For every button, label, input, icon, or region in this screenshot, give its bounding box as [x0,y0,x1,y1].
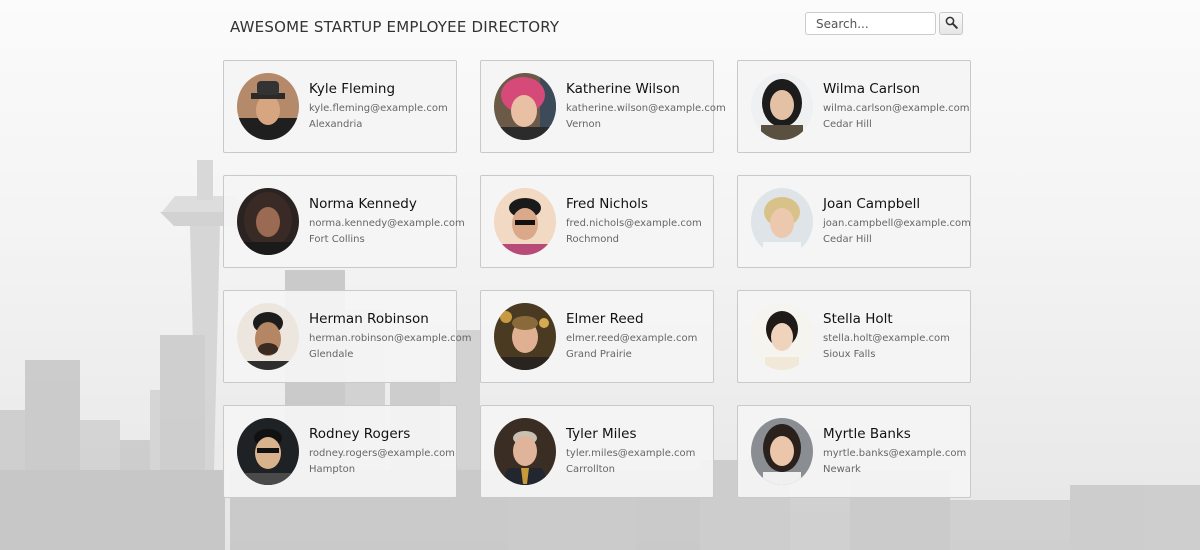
employee-email: wilma.carlson@example.com [823,103,970,114]
employee-city: Sioux Falls [823,349,876,360]
employee-name: Katherine Wilson [566,81,680,97]
employee-card[interactable]: Stella Holt stella.holt@example.com Siou… [737,290,971,383]
employee-card[interactable]: Elmer Reed elmer.reed@example.com Grand … [480,290,714,383]
employee-name: Kyle Fleming [309,81,396,97]
search-button[interactable] [939,12,963,35]
avatar [751,303,813,370]
employee-city: Glendale [309,349,354,360]
employee-name: Joan Campbell [823,196,921,212]
employee-name: Rodney Rogers [309,426,411,442]
employee-email: norma.kennedy@example.com [309,218,465,229]
employee-email: fred.nichols@example.com [566,218,702,229]
employee-city: Carrollton [566,464,615,475]
avatar [494,303,556,370]
employee-card[interactable]: Fred Nichols fred.nichols@example.com Ro… [480,175,714,268]
employee-card[interactable]: Kyle Fleming kyle.fleming@example.com Al… [223,60,457,153]
employee-city: Cedar Hill [823,119,872,130]
employee-card[interactable]: Katherine Wilson katherine.wilson@exampl… [480,60,726,153]
employee-card[interactable]: Joan Campbell joan.campbell@example.com … [737,175,971,268]
employee-city: Cedar Hill [823,234,872,245]
avatar [751,418,813,485]
employee-city: Alexandria [309,119,363,130]
avatar [751,73,813,140]
employee-city: Grand Prairie [566,349,632,360]
employee-email: kyle.fleming@example.com [309,103,448,114]
avatar [751,188,813,255]
employee-city: Fort Collins [309,234,365,245]
employee-email: katherine.wilson@example.com [566,103,726,114]
employee-card[interactable]: Herman Robinson herman.robinson@example.… [223,290,472,383]
page-title: AWESOME STARTUP EMPLOYEE DIRECTORY [230,18,560,36]
employee-grid: Kyle Fleming kyle.fleming@example.com Al… [223,60,973,498]
employee-name: Norma Kennedy [309,196,417,212]
employee-city: Hampton [309,464,356,475]
employee-city: Vernon [566,119,601,130]
employee-city: Rochmond [566,234,619,245]
employee-email: rodney.rogers@example.com [309,448,455,459]
employee-card[interactable]: Tyler Miles tyler.miles@example.com Carr… [480,405,714,498]
avatar [237,418,299,485]
employee-name: Myrtle Banks [823,426,911,442]
employee-city: Newark [823,464,861,475]
employee-name: Elmer Reed [566,311,644,327]
employee-name: Stella Holt [823,311,893,327]
employee-email: myrtle.banks@example.com [823,448,967,459]
avatar [494,73,556,140]
employee-email: tyler.miles@example.com [566,448,696,459]
avatar [237,73,299,140]
employee-card[interactable]: Rodney Rogers rodney.rogers@example.com … [223,405,457,498]
employee-card[interactable]: Norma Kennedy norma.kennedy@example.com … [223,175,465,268]
avatar [237,188,299,255]
employee-name: Tyler Miles [566,426,637,442]
employee-name: Fred Nichols [566,196,649,212]
employee-email: joan.campbell@example.com [823,218,971,229]
employee-email: herman.robinson@example.com [309,333,472,344]
employee-name: Herman Robinson [309,311,429,327]
employee-name: Wilma Carlson [823,81,921,97]
avatar [237,303,299,370]
employee-email: stella.holt@example.com [823,333,950,344]
search-input[interactable] [805,12,936,35]
avatar [494,188,556,255]
employee-email: elmer.reed@example.com [566,333,698,344]
magnifier-icon [945,16,958,32]
employee-card[interactable]: Myrtle Banks myrtle.banks@example.com Ne… [737,405,971,498]
avatar [494,418,556,485]
employee-card[interactable]: Wilma Carlson wilma.carlson@example.com … [737,60,971,153]
